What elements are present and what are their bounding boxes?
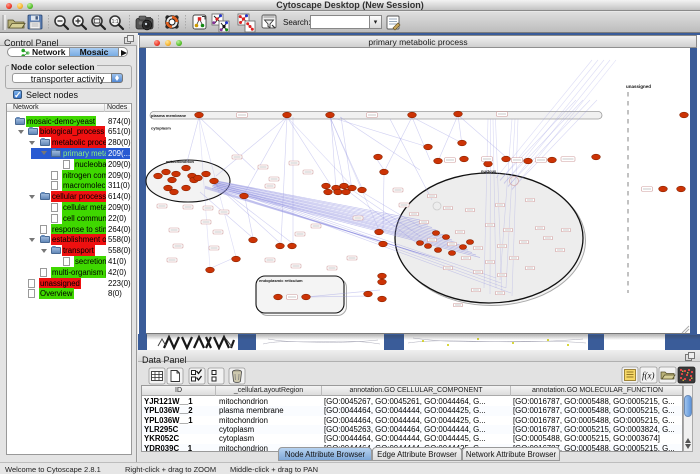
svg-text:cytoplasm: cytoplasm — [151, 126, 171, 131]
svg-text:unassigned: unassigned — [626, 84, 651, 89]
svg-text:plasma membrane: plasma membrane — [151, 113, 187, 118]
svg-text:f(x): f(x) — [642, 371, 655, 381]
svg-text:mitochondrion: mitochondrion — [166, 159, 195, 164]
svg-text:endoplasmic reticulum: endoplasmic reticulum — [259, 278, 303, 283]
svg-text:nucleus: nucleus — [481, 169, 497, 174]
